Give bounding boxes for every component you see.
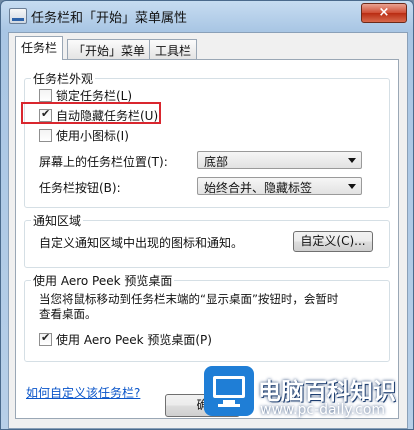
tab-start-menu[interactable]: 「开始」菜单 bbox=[67, 39, 152, 59]
title-bar: 任务栏和「开始」菜单属性 × bbox=[1, 1, 413, 31]
taskbar-location-label: 屏幕上的任务栏位置(T): bbox=[39, 155, 168, 169]
close-button[interactable]: × bbox=[361, 3, 407, 23]
watermark-title: 电脑百科知识 bbox=[258, 379, 396, 405]
notification-description: 自定义通知区域中出现的图标和通知。 bbox=[39, 236, 244, 250]
aero-peek-description-line1: 当您将鼠标移动到任务栏末端的“显示桌面”按钮时，会暂时 bbox=[39, 292, 339, 306]
tab-toolbars[interactable]: 工具栏 bbox=[149, 39, 198, 59]
taskbar-buttons-value: 始终合并、隐藏标签 bbox=[204, 181, 313, 195]
aero-peek-label: 使用 Aero Peek 预览桌面(P) bbox=[56, 333, 212, 347]
window-title: 任务栏和「开始」菜单属性 bbox=[31, 11, 188, 26]
appearance-group-title: 任务栏外观 bbox=[31, 70, 96, 87]
aero-peek-group: 使用 Aero Peek 预览桌面 当您将鼠标移动到任务栏末端的“显示桌面”按钮… bbox=[24, 272, 390, 362]
monitor-screen-shape bbox=[213, 376, 245, 398]
taskbar-location-select[interactable]: 底部 bbox=[197, 151, 362, 169]
aero-peek-description-line2: 查看桌面。 bbox=[39, 307, 97, 321]
monitor-icon bbox=[204, 366, 254, 416]
notification-group: 通知区域 自定义通知区域中出现的图标和通知。 自定义(C)... bbox=[24, 212, 390, 268]
small-icons-label: 使用小图标(I) bbox=[56, 129, 129, 143]
chevron-down-icon bbox=[348, 158, 356, 163]
monitor-base-shape bbox=[218, 404, 240, 407]
taskbar-location-value: 底部 bbox=[204, 155, 229, 169]
lock-taskbar-checkbox[interactable] bbox=[39, 89, 52, 102]
chevron-down-icon bbox=[348, 184, 356, 189]
appearance-group: 任务栏外观 锁定任务栏(L) 自动隐藏任务栏(U) 使用小图标(I) 屏幕上的任… bbox=[24, 70, 390, 208]
auto-hide-highlight-box bbox=[21, 102, 161, 124]
aero-peek-checkbox[interactable] bbox=[39, 331, 52, 346]
tab-taskbar[interactable]: 任务栏 bbox=[15, 36, 64, 60]
taskbar-app-icon bbox=[9, 8, 27, 24]
taskbar-buttons-select[interactable]: 始终合并、隐藏标签 bbox=[197, 177, 362, 195]
notification-group-title: 通知区域 bbox=[31, 212, 84, 229]
help-link[interactable]: 如何自定义该任务栏? bbox=[26, 384, 140, 401]
taskbar-buttons-label: 任务栏按钮(B): bbox=[39, 181, 121, 195]
customize-button[interactable]: 自定义(C)... bbox=[293, 231, 373, 252]
taskbar-properties-dialog: 任务栏和「开始」菜单属性 × 任务栏 「开始」菜单 工具栏 任务栏外观 锁定任务… bbox=[0, 0, 414, 430]
small-icons-checkbox[interactable] bbox=[39, 129, 52, 142]
aero-peek-group-title: 使用 Aero Peek 预览桌面 bbox=[31, 272, 175, 289]
watermark-url: www.pc-daily.com bbox=[260, 402, 386, 418]
